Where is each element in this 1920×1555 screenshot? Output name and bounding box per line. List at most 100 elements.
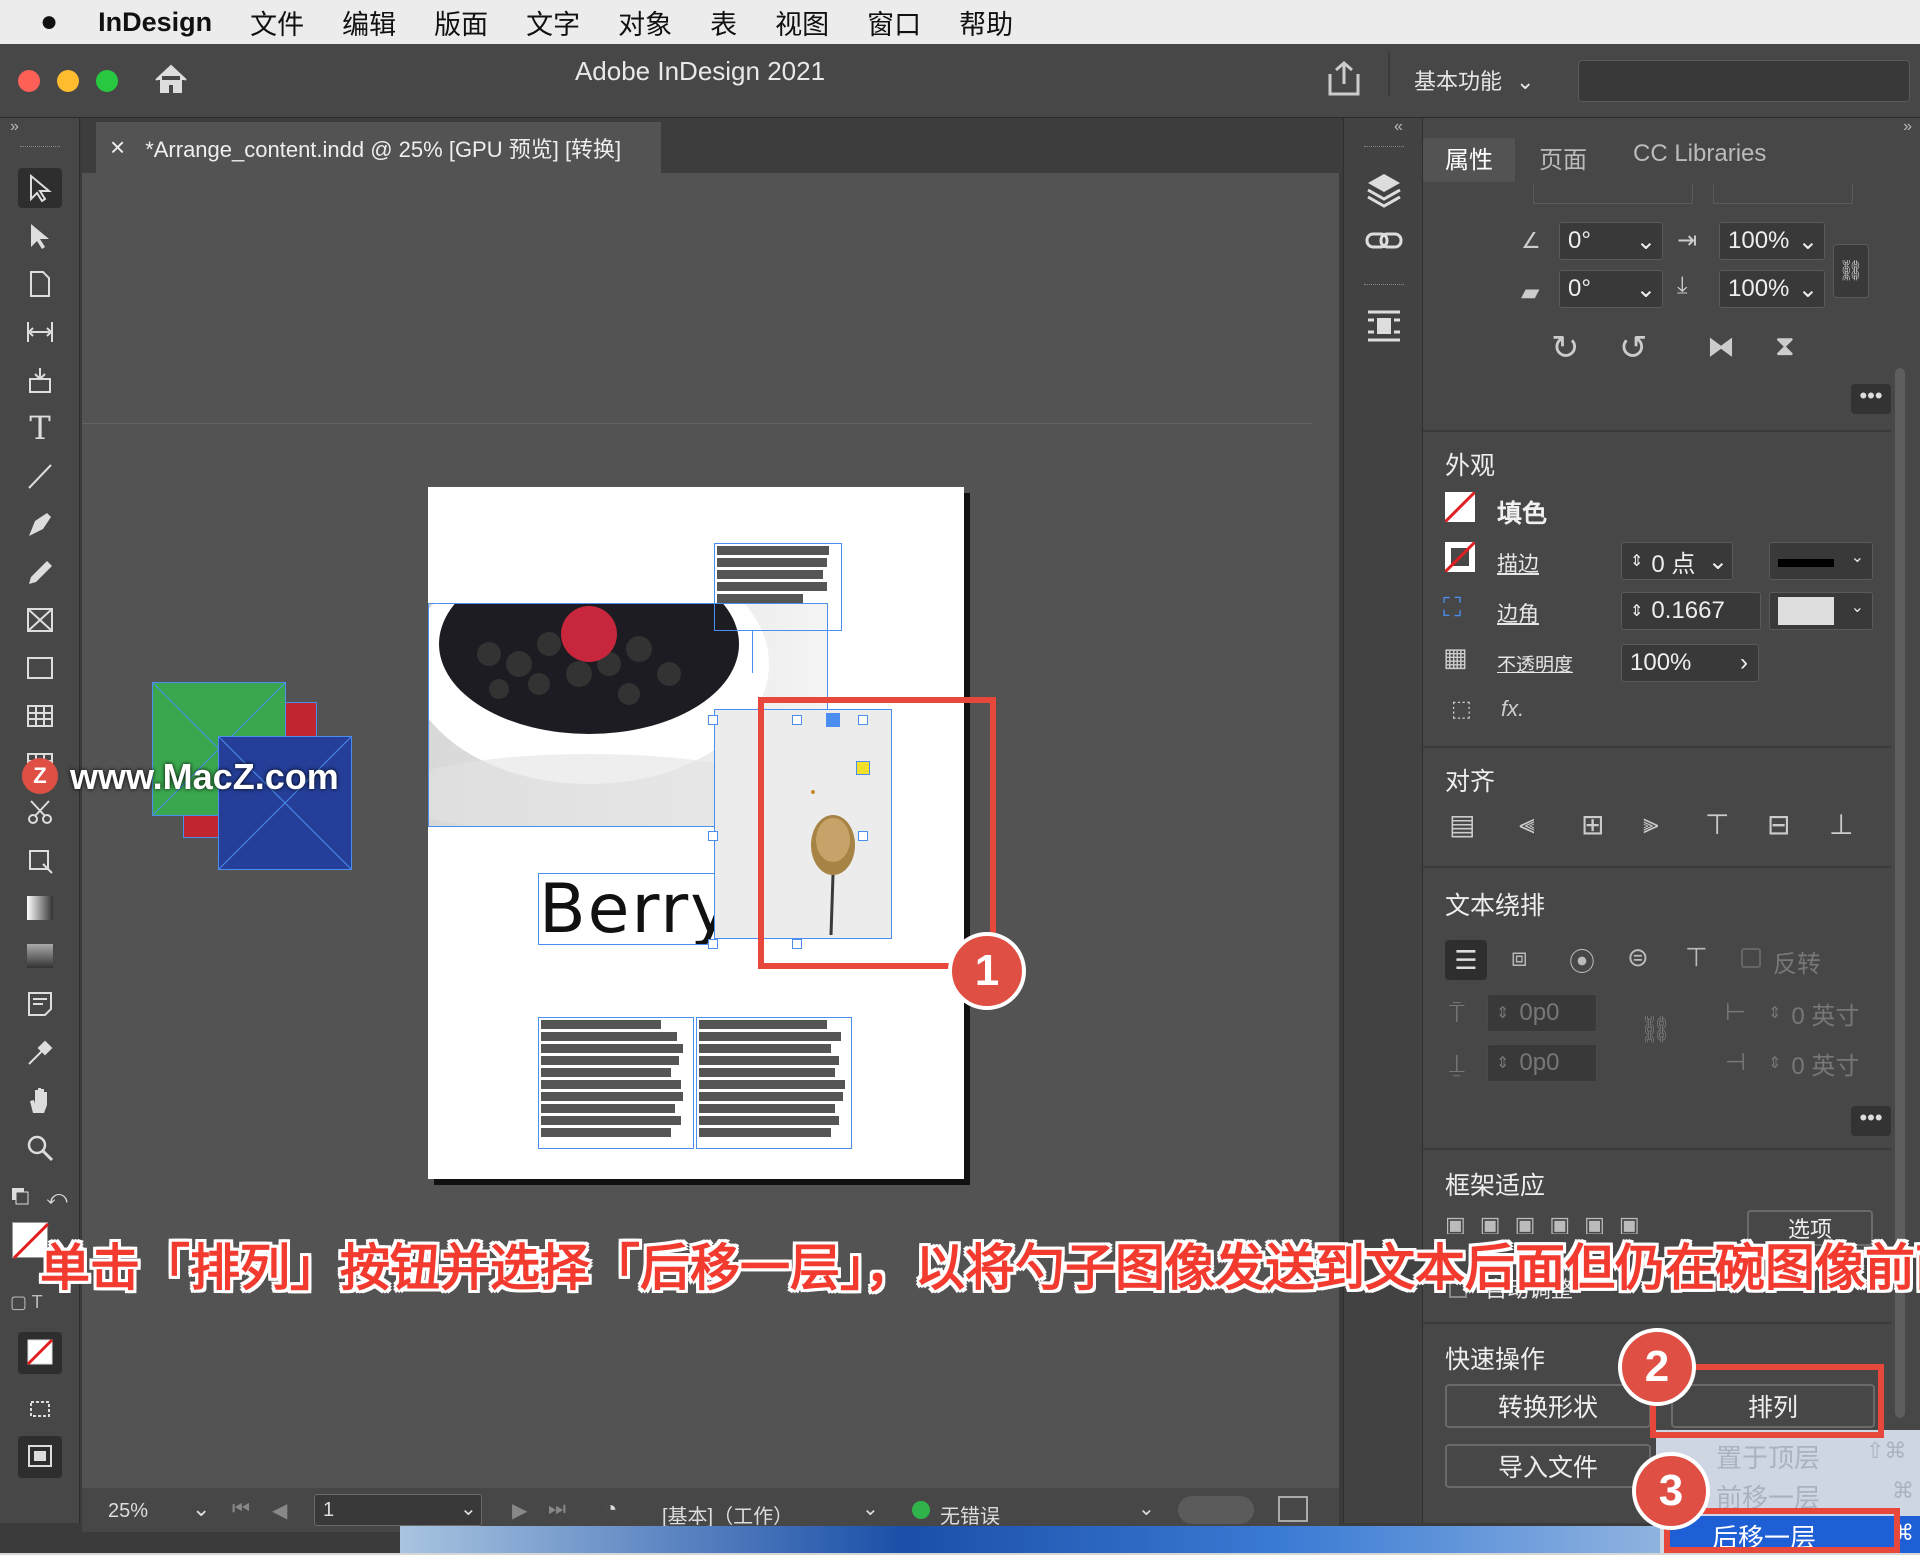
stroke-label[interactable]: 描边 <box>1497 548 1539 578</box>
top-offset-field[interactable]: ⇕ 0p0 <box>1487 994 1597 1032</box>
tab-cc-libraries[interactable]: CC Libraries <box>1633 140 1766 168</box>
text-wrap-panel-icon[interactable] <box>1364 306 1404 346</box>
jump-object-icon[interactable]: ⊜ <box>1627 942 1649 973</box>
flip-vertical-icon[interactable]: ⧗ <box>1775 330 1795 363</box>
scrollbar-horizontal[interactable] <box>1178 1496 1254 1524</box>
chevron-down-icon[interactable]: ⌄ <box>1851 597 1864 617</box>
opacity-field[interactable]: 100% › <box>1621 644 1759 682</box>
document-tab[interactable]: × *Arrange_content.indd @ 25% [GPU 预览] [… <box>96 122 661 173</box>
pencil-tool-icon[interactable] <box>18 552 62 592</box>
shear-angle-field[interactable]: 0° ⌄ <box>1559 270 1663 308</box>
minimize-window-button[interactable] <box>57 70 79 92</box>
zoom-level[interactable]: 25% <box>108 1500 148 1523</box>
table-tool-icon[interactable] <box>18 696 62 736</box>
link-offsets-icon[interactable]: ⛓ <box>1639 1014 1672 1045</box>
home-icon[interactable] <box>152 62 190 96</box>
rotate-counterclockwise-icon[interactable]: ↺ <box>1619 328 1648 368</box>
effects-icon[interactable]: fx. <box>1501 696 1524 722</box>
wrap-object-shape-icon[interactable]: ⦿ <box>1569 942 1595 979</box>
h-field-partial[interactable] <box>1713 184 1853 204</box>
type-tool-icon[interactable]: T <box>18 408 62 448</box>
convert-shape-button[interactable]: 转换形状 <box>1445 1384 1651 1428</box>
preflight-profile[interactable]: [基本]（工作） <box>662 1500 793 1529</box>
stepper-icon[interactable]: ⇕ <box>1630 551 1643 571</box>
fill-swatch-icon[interactable] <box>1443 490 1477 524</box>
gradient-swatch-tool-icon[interactable] <box>18 888 62 928</box>
align-vertical-center-icon[interactable]: ⊟ <box>1767 808 1790 841</box>
scale-y-field[interactable]: 100% ⌄ <box>1719 270 1825 308</box>
align-horizontal-center-icon[interactable]: ⊞ <box>1581 808 1604 841</box>
zoom-tool-icon[interactable] <box>18 1128 62 1168</box>
stepper-icon[interactable]: ⇕ <box>1496 1053 1509 1073</box>
menu-layout[interactable]: 版面 <box>434 3 488 42</box>
default-colors-icon[interactable] <box>8 1178 42 1218</box>
stepper-icon[interactable]: ⇕ <box>1496 1003 1509 1023</box>
stepper-icon[interactable]: ⇕ <box>1768 1003 1781 1023</box>
menu-help[interactable]: 帮助 <box>959 3 1013 42</box>
eyedropper-tool-icon[interactable] <box>18 1032 62 1072</box>
formatting-container-icon[interactable]: ▢ T <box>10 1292 43 1313</box>
note-tool-icon[interactable] <box>18 984 62 1024</box>
corner-options-icon[interactable]: ⛶ <box>1443 592 1461 624</box>
chevron-down-icon[interactable]: ⌄ <box>1798 275 1818 304</box>
top-text-frame[interactable] <box>714 543 842 631</box>
selection-handle[interactable] <box>708 715 718 725</box>
jump-next-column-icon[interactable]: ⊤ <box>1685 942 1708 973</box>
profile-dropdown-icon[interactable]: ⌄ <box>862 1496 879 1521</box>
stepper-icon[interactable]: ⇕ <box>1768 1053 1781 1073</box>
page-dropdown-icon[interactable]: ⌄ <box>460 1496 477 1521</box>
tab-pages[interactable]: 页面 <box>1539 140 1587 175</box>
corner-shape-dropdown[interactable]: ⌄ <box>1769 592 1873 630</box>
chevron-down-icon[interactable]: ⌄ <box>1708 547 1728 576</box>
gradient-feather-tool-icon[interactable] <box>18 936 62 976</box>
previous-page-icon[interactable]: ◀ <box>272 1498 287 1523</box>
menu-item-bring-to-front[interactable]: 置于顶层 <box>1716 1438 1820 1475</box>
collapse-icon[interactable]: » <box>1903 118 1912 136</box>
stepper-icon[interactable]: ⇕ <box>1630 601 1643 621</box>
layers-panel-icon[interactable] <box>1364 170 1404 210</box>
right-offset-field[interactable]: ⇕ 0 英寸 <box>1759 1044 1879 1082</box>
workspace-switcher[interactable]: 基本功能 ⌄ <box>1414 64 1534 96</box>
left-offset-field[interactable]: ⇕ 0 英寸 <box>1759 994 1879 1032</box>
menu-file[interactable]: 文件 <box>250 3 304 42</box>
next-page-icon[interactable]: ▶ <box>512 1498 527 1523</box>
page-tool-icon[interactable] <box>18 264 62 304</box>
wrap-bounding-box-icon[interactable]: ⧈ <box>1511 942 1528 974</box>
first-page-icon[interactable]: ⏮ <box>232 1498 250 1521</box>
content-collector-icon[interactable] <box>18 360 62 400</box>
bottom-offset-field[interactable]: ⇕ 0p0 <box>1487 1044 1597 1082</box>
links-panel-icon[interactable] <box>1364 226 1404 256</box>
chevron-right-icon[interactable]: › <box>1740 649 1748 677</box>
no-wrap-icon[interactable]: ☰ <box>1445 940 1487 980</box>
hand-tool-icon[interactable] <box>18 1080 62 1120</box>
opacity-label[interactable]: 不透明度 <box>1497 650 1573 677</box>
chevron-down-icon[interactable]: ⌄ <box>1798 227 1818 256</box>
screen-mode-button[interactable] <box>18 1436 62 1478</box>
align-top-icon[interactable]: ⊤ <box>1705 808 1729 841</box>
align-right-icon[interactable]: ⫸ <box>1643 808 1659 841</box>
stroke-weight-field[interactable]: ⇕ 0 点 ⌄ <box>1621 542 1733 580</box>
zoom-dropdown-icon[interactable]: ⌄ <box>192 1496 210 1522</box>
selection-tool-icon[interactable] <box>18 168 62 208</box>
collapse-icon[interactable]: » <box>10 118 19 136</box>
preflight-status[interactable]: 无错误 <box>940 1500 1000 1529</box>
apple-icon[interactable]: ● <box>40 5 58 39</box>
dropshadow-icon[interactable]: ⬚ <box>1451 696 1472 722</box>
pen-tool-icon[interactable] <box>18 504 62 544</box>
menu-edit[interactable]: 编辑 <box>342 3 396 42</box>
split-view-icon[interactable] <box>1278 1496 1308 1522</box>
selection-handle[interactable] <box>708 831 718 841</box>
y-field-partial[interactable] <box>1533 184 1693 204</box>
selection-handle[interactable] <box>708 939 718 949</box>
preview-mode-icon[interactable] <box>18 1388 62 1428</box>
fill-label[interactable]: 填色 <box>1497 494 1547 530</box>
more-options-icon[interactable]: ••• <box>1851 1106 1891 1136</box>
flip-horizontal-icon[interactable]: ⧓ <box>1707 330 1735 363</box>
import-file-button[interactable]: 导入文件 <box>1445 1444 1651 1488</box>
rectangle-frame-tool-icon[interactable] <box>18 600 62 640</box>
menu-view[interactable]: 视图 <box>775 3 829 42</box>
corner-size-field[interactable]: ⇕ 0.1667 <box>1621 592 1761 630</box>
search-input[interactable] <box>1578 60 1910 102</box>
menu-object[interactable]: 对象 <box>618 3 672 42</box>
share-icon[interactable] <box>1326 60 1362 98</box>
